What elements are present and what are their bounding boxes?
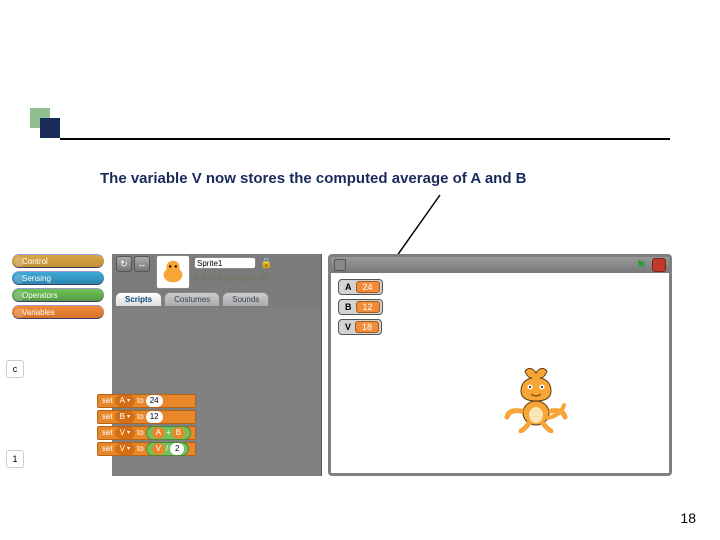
readout-value: 18: [355, 321, 379, 333]
green-flag-icon[interactable]: ⚑: [633, 257, 649, 273]
set-v-sum-block[interactable]: set V to A + B: [97, 426, 196, 440]
script-blocks-group: set A to 24 set B to 12 set V to A + B s…: [97, 394, 196, 458]
fragment-block-c: c: [6, 360, 24, 378]
operand-two[interactable]: 2: [170, 443, 184, 455]
divider-line: [60, 138, 670, 140]
stop-icon[interactable]: [652, 258, 666, 272]
stage-toolbar: ⚑: [331, 257, 669, 273]
to-kw: to: [137, 411, 144, 423]
to-kw: to: [137, 427, 144, 439]
to-kw: to: [137, 443, 144, 455]
divide-operator[interactable]: V / 2: [146, 442, 190, 456]
page-number: 18: [680, 510, 696, 526]
tab-bar: Scripts Costumes Sounds: [115, 292, 269, 306]
lock-icon[interactable]: 🔒: [260, 258, 272, 269]
readout-a[interactable]: A 24: [338, 279, 383, 295]
plus-op: +: [166, 427, 171, 439]
presentation-mode-icon[interactable]: [334, 259, 346, 271]
tab-costumes[interactable]: Costumes: [164, 292, 220, 306]
readout-label: B: [341, 302, 356, 312]
readout-label: V: [341, 322, 355, 332]
category-sensing[interactable]: Sensing: [12, 271, 104, 285]
slide-title: The variable V now stores the computed a…: [100, 170, 640, 187]
plus-operator[interactable]: A + B: [146, 426, 191, 440]
operand-b[interactable]: B: [172, 427, 185, 439]
stage-container: ⚑ A 24 B 12 V 18: [328, 254, 672, 476]
set-a-block[interactable]: set A to 24: [97, 394, 196, 408]
category-label: Variables: [22, 308, 55, 317]
set-kw: set: [102, 427, 113, 439]
accent-square-navy: [40, 118, 60, 138]
category-operators[interactable]: Operators: [12, 288, 104, 302]
cat-sprite[interactable]: [501, 363, 571, 433]
set-kw: set: [102, 395, 113, 407]
fragment-block-1: 1: [6, 450, 24, 468]
set-kw: set: [102, 411, 113, 423]
category-label: Sensing: [22, 274, 51, 283]
sprite-name-input[interactable]: [194, 257, 256, 269]
rotate-icon[interactable]: ↻: [116, 256, 132, 272]
operand-v[interactable]: V: [152, 443, 165, 455]
title-text: The variable V now stores the computed a…: [100, 170, 527, 187]
value-input[interactable]: 12: [146, 411, 163, 423]
scratch-editor: Control Sensing Operators Variables ↻ ↔ …: [12, 254, 672, 476]
div-op: /: [166, 443, 168, 455]
category-control[interactable]: Control: [12, 254, 104, 268]
readout-b[interactable]: B 12: [338, 299, 383, 315]
stage[interactable]: A 24 B 12 V 18: [331, 273, 669, 473]
sprite-toolbar: ↻ ↔: [116, 256, 150, 272]
readout-value: 12: [356, 301, 380, 313]
block-categories: Control Sensing Operators Variables: [12, 254, 108, 322]
flip-icon[interactable]: ↔: [134, 256, 150, 272]
var-dropdown-v[interactable]: V: [115, 443, 135, 455]
tab-scripts[interactable]: Scripts: [115, 292, 162, 306]
var-dropdown-a[interactable]: A: [115, 395, 135, 407]
readout-v[interactable]: V 18: [338, 319, 382, 335]
sprite-coords: x: 0 y: 0 direction: 90: [194, 274, 268, 283]
readout-label: A: [341, 282, 356, 292]
operand-a[interactable]: A: [152, 427, 165, 439]
readout-value: 24: [356, 281, 380, 293]
tab-sounds[interactable]: Sounds: [222, 292, 269, 306]
set-v-div-block[interactable]: set V to V / 2: [97, 442, 196, 456]
category-label: Operators: [22, 291, 58, 300]
value-input[interactable]: 24: [146, 395, 163, 407]
var-dropdown-b[interactable]: B: [115, 411, 135, 423]
category-variables[interactable]: Variables: [12, 305, 104, 319]
category-label: Control: [22, 257, 48, 266]
var-dropdown-v[interactable]: V: [115, 427, 135, 439]
sprite-thumbnail[interactable]: [156, 255, 190, 289]
set-b-block[interactable]: set B to 12: [97, 410, 196, 424]
set-kw: set: [102, 443, 113, 455]
to-kw: to: [137, 395, 144, 407]
